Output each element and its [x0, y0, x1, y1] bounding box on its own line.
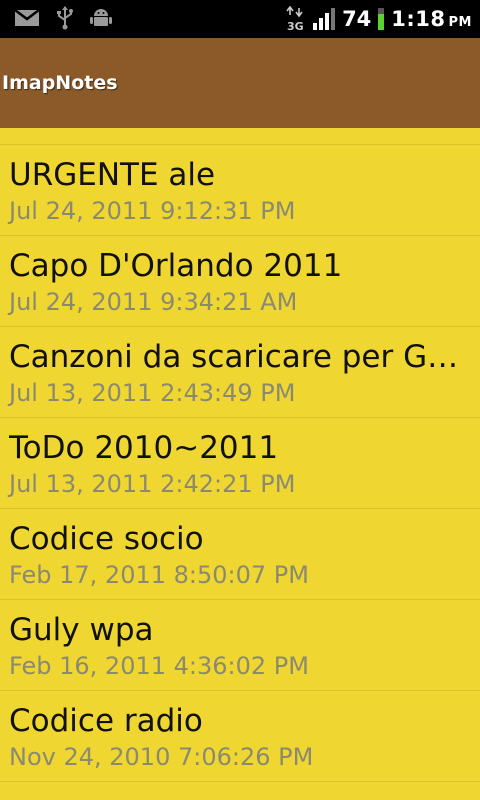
usb-icon: [56, 6, 74, 30]
app-title: ImapNotes: [2, 72, 118, 94]
svg-text:3G: 3G: [287, 20, 304, 32]
note-item[interactable]: Guly wpa Feb 16, 2011 4:36:02 PM: [0, 600, 480, 691]
clock-time: 1:18: [391, 7, 446, 31]
note-title: ToDo 2010~2011: [9, 430, 279, 466]
note-date: Jul 24, 2011 9:12:31 PM: [9, 197, 296, 225]
gmail-icon: [14, 8, 40, 28]
notes-list[interactable]: · · URGENTE ale Jul 24, 2011 9:12:31 PM …: [0, 128, 480, 800]
app-title-bar: ImapNotes: [0, 38, 480, 128]
status-bar: 3G 74 1:18 PM: [0, 0, 480, 38]
partially-scrolled-item[interactable]: · ·: [0, 128, 480, 145]
note-title: Capo D'Orlando 2011: [9, 248, 343, 284]
signal-bars-icon: [312, 7, 336, 31]
note-item[interactable]: Capo D'Orlando 2011 Jul 24, 2011 9:34:21…: [0, 236, 480, 327]
note-item[interactable]: Codice radio Nov 24, 2010 7:06:26 PM: [0, 691, 480, 782]
note-title: Guly wpa: [9, 612, 154, 648]
note-title: URGENTE ale: [9, 157, 216, 193]
3g-data-icon: 3G: [286, 6, 306, 32]
battery-icon: [377, 7, 385, 31]
scrolled-text-fragment: · ·: [34, 128, 48, 136]
note-title: Codice radio: [9, 703, 203, 739]
system-indicators: 3G 74 1:18 PM: [286, 0, 472, 38]
note-item[interactable]: Canzoni da scaricare per Gul... Jul 13, …: [0, 327, 480, 418]
note-date: Jul 13, 2011 2:42:21 PM: [9, 470, 296, 498]
note-date: Feb 17, 2011 8:50:07 PM: [9, 561, 309, 589]
note-date: Feb 16, 2011 4:36:02 PM: [9, 652, 309, 680]
note-item[interactable]: Codice socio Feb 17, 2011 8:50:07 PM: [0, 509, 480, 600]
note-item[interactable]: ToDo 2010~2011 Jul 13, 2011 2:42:21 PM: [0, 418, 480, 509]
note-title: Codice socio: [9, 521, 204, 557]
clock-ampm: PM: [448, 15, 472, 30]
note-date: Jul 24, 2011 9:34:21 AM: [9, 288, 298, 316]
note-title: Canzoni da scaricare per Gul...: [9, 339, 466, 375]
clock: 1:18 PM: [391, 7, 472, 31]
battery-percentage: 74: [342, 7, 372, 31]
note-item[interactable]: URGENTE ale Jul 24, 2011 9:12:31 PM: [0, 145, 480, 236]
android-debug-icon: [90, 7, 112, 29]
note-date: Nov 24, 2010 7:06:26 PM: [9, 743, 314, 771]
notification-icons: [14, 6, 112, 30]
note-date: Jul 13, 2011 2:43:49 PM: [9, 379, 296, 407]
